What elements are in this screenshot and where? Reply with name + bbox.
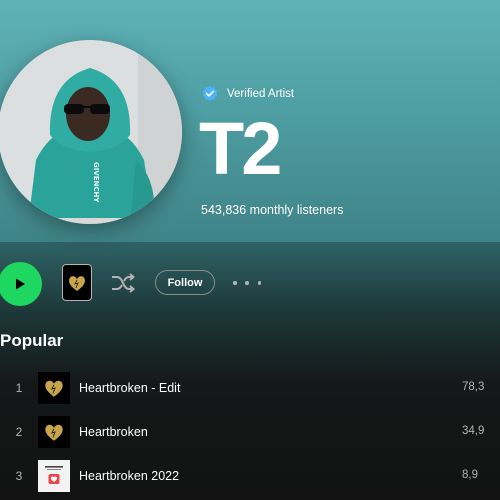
dot [233, 281, 237, 285]
artist-name: T2 [199, 107, 282, 190]
track-number: 2 [15, 425, 23, 439]
play-icon [16, 278, 25, 290]
dot [257, 281, 261, 285]
track-cover [38, 372, 70, 404]
artist-photo: GIVENCHY [0, 40, 182, 224]
track-cover [38, 416, 70, 448]
track-title[interactable]: Heartbroken 2022 [79, 469, 179, 483]
track-cover [38, 460, 70, 492]
album-thumbnail[interactable] [62, 264, 92, 301]
shuffle-icon[interactable] [110, 271, 136, 295]
monthly-listeners: 543,836 monthly listeners [201, 203, 344, 217]
track-plays: 78,3 [462, 381, 485, 393]
more-options-icon[interactable] [233, 272, 261, 294]
track-plays: 8,9 [462, 469, 478, 481]
play-button[interactable] [0, 262, 42, 306]
track-title[interactable]: Heartbroken [79, 425, 148, 439]
track-row[interactable]: 2 Heartbroken 34,9 [0, 413, 500, 453]
gold-heart-icon [45, 380, 63, 397]
red-heart-cover-icon [45, 466, 63, 484]
gold-heart-icon [69, 275, 85, 291]
verified-row: Verified Artist [201, 84, 294, 104]
verified-label: Verified Artist [227, 88, 295, 100]
track-plays: 34,9 [462, 425, 485, 437]
follow-button[interactable]: Follow [155, 270, 215, 295]
track-row[interactable]: 1 Heartbroken - Edit 78,3 [0, 369, 500, 409]
track-title[interactable]: Heartbroken - Edit [79, 381, 180, 395]
popular-heading: Popular [0, 331, 64, 350]
track-number: 3 [15, 469, 23, 483]
verified-badge-icon [202, 85, 218, 102]
track-number: 1 [15, 381, 23, 395]
track-row[interactable]: 3 Heartbroken 2022 8,9 [0, 457, 500, 497]
dot [245, 281, 249, 285]
gold-heart-icon [45, 424, 63, 441]
svg-text:GIVENCHY: GIVENCHY [92, 162, 100, 203]
artist-avatar: GIVENCHY [0, 40, 182, 224]
